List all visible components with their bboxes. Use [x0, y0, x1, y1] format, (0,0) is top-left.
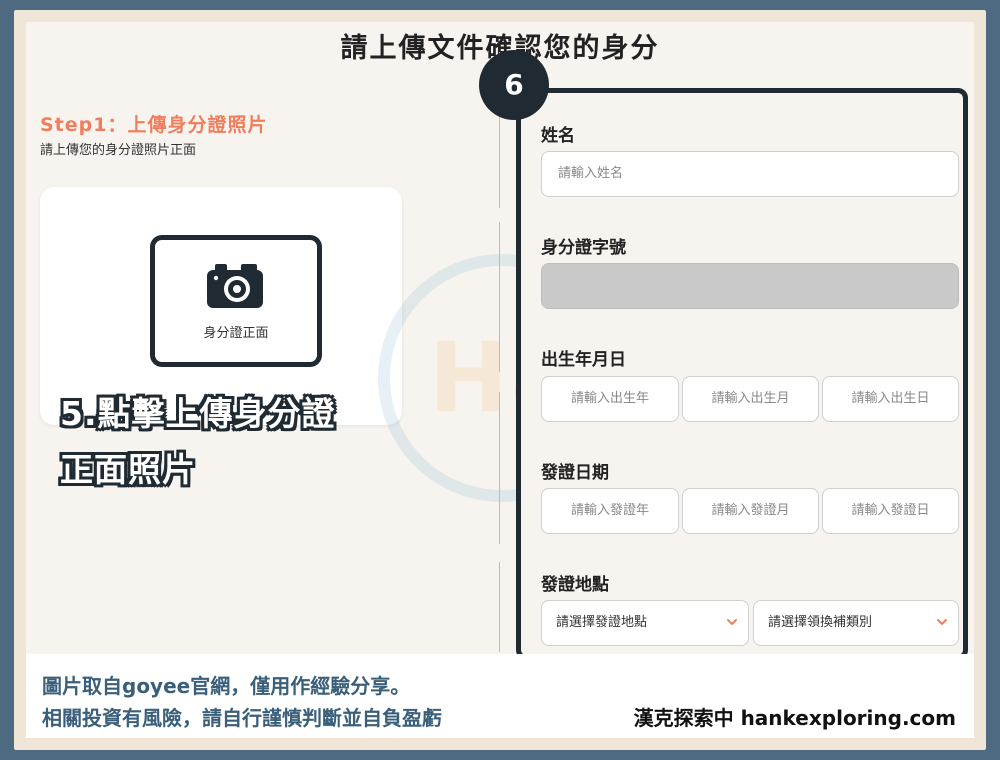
divider	[499, 222, 500, 372]
issue-type-select-text: 請選擇領換補類別	[768, 615, 873, 630]
name-label: 姓名	[541, 126, 575, 146]
step-subtitle: 請上傳您的身分證照片正面	[40, 143, 197, 158]
footer-disclaimer-1: 圖片取自goyee官網，僅用作經驗分享。	[42, 674, 411, 698]
name-input[interactable]: 請輸入姓名	[541, 151, 959, 197]
birth-day-input[interactable]: 請輸入出生日	[822, 376, 959, 422]
issue-type-select[interactable]: 請選擇領換補類別	[753, 600, 959, 646]
footer: 圖片取自goyee官網，僅用作經驗分享。 相關投資有風險，請自行謹慎判斷並自負盈…	[26, 654, 974, 738]
chevron-down-icon	[937, 619, 947, 626]
footer-disclaimer-2: 相關投資有風險，請自行謹慎判斷並自負盈虧	[42, 706, 442, 730]
birthdate-label: 出生年月日	[541, 350, 626, 370]
divider	[499, 392, 500, 544]
callout-line-1: 5.點擊上傳身分證	[60, 394, 336, 433]
annotation-callout: 5.點擊上傳身分證 正面照片	[60, 386, 400, 498]
issue-year-input[interactable]: 請輸入發證年	[541, 488, 679, 534]
upload-id-front-button[interactable]: 身分證正面	[150, 235, 322, 367]
issue-month-input[interactable]: 請輸入發證月	[682, 488, 819, 534]
footer-brand: 漢克探索中 hankexploring.com	[633, 706, 956, 730]
birth-year-input[interactable]: 請輸入出生年	[541, 376, 679, 422]
identity-form-panel: 姓名 請輸入姓名 身分證字號 出生年月日 請輸入出生年 請輸入出生月 請輸入出生…	[516, 88, 968, 660]
camera-icon	[207, 264, 263, 308]
issue-place-select-text: 請選擇發證地點	[556, 615, 648, 630]
upload-label: 身分證正面	[203, 326, 269, 341]
step-badge: 6	[479, 50, 549, 120]
id-number-input	[541, 263, 959, 309]
id-number-label: 身分證字號	[541, 238, 626, 258]
callout-line-2: 正面照片	[60, 450, 196, 489]
chevron-down-icon	[727, 619, 737, 626]
issue-place-label: 發證地點	[541, 575, 609, 595]
step-title: Step1：上傳身分證照片	[40, 114, 268, 136]
issue-date-label: 發證日期	[541, 463, 609, 483]
issue-place-select[interactable]: 請選擇發證地點	[541, 600, 749, 646]
screenshot-area: 請上傳文件確認您的身分 Step1：上傳身分證照片 請上傳您的身分證照片正面 身…	[26, 22, 974, 738]
issue-day-input[interactable]: 請輸入發證日	[822, 488, 959, 534]
birth-month-input[interactable]: 請輸入出生月	[682, 376, 819, 422]
divider	[499, 562, 500, 652]
